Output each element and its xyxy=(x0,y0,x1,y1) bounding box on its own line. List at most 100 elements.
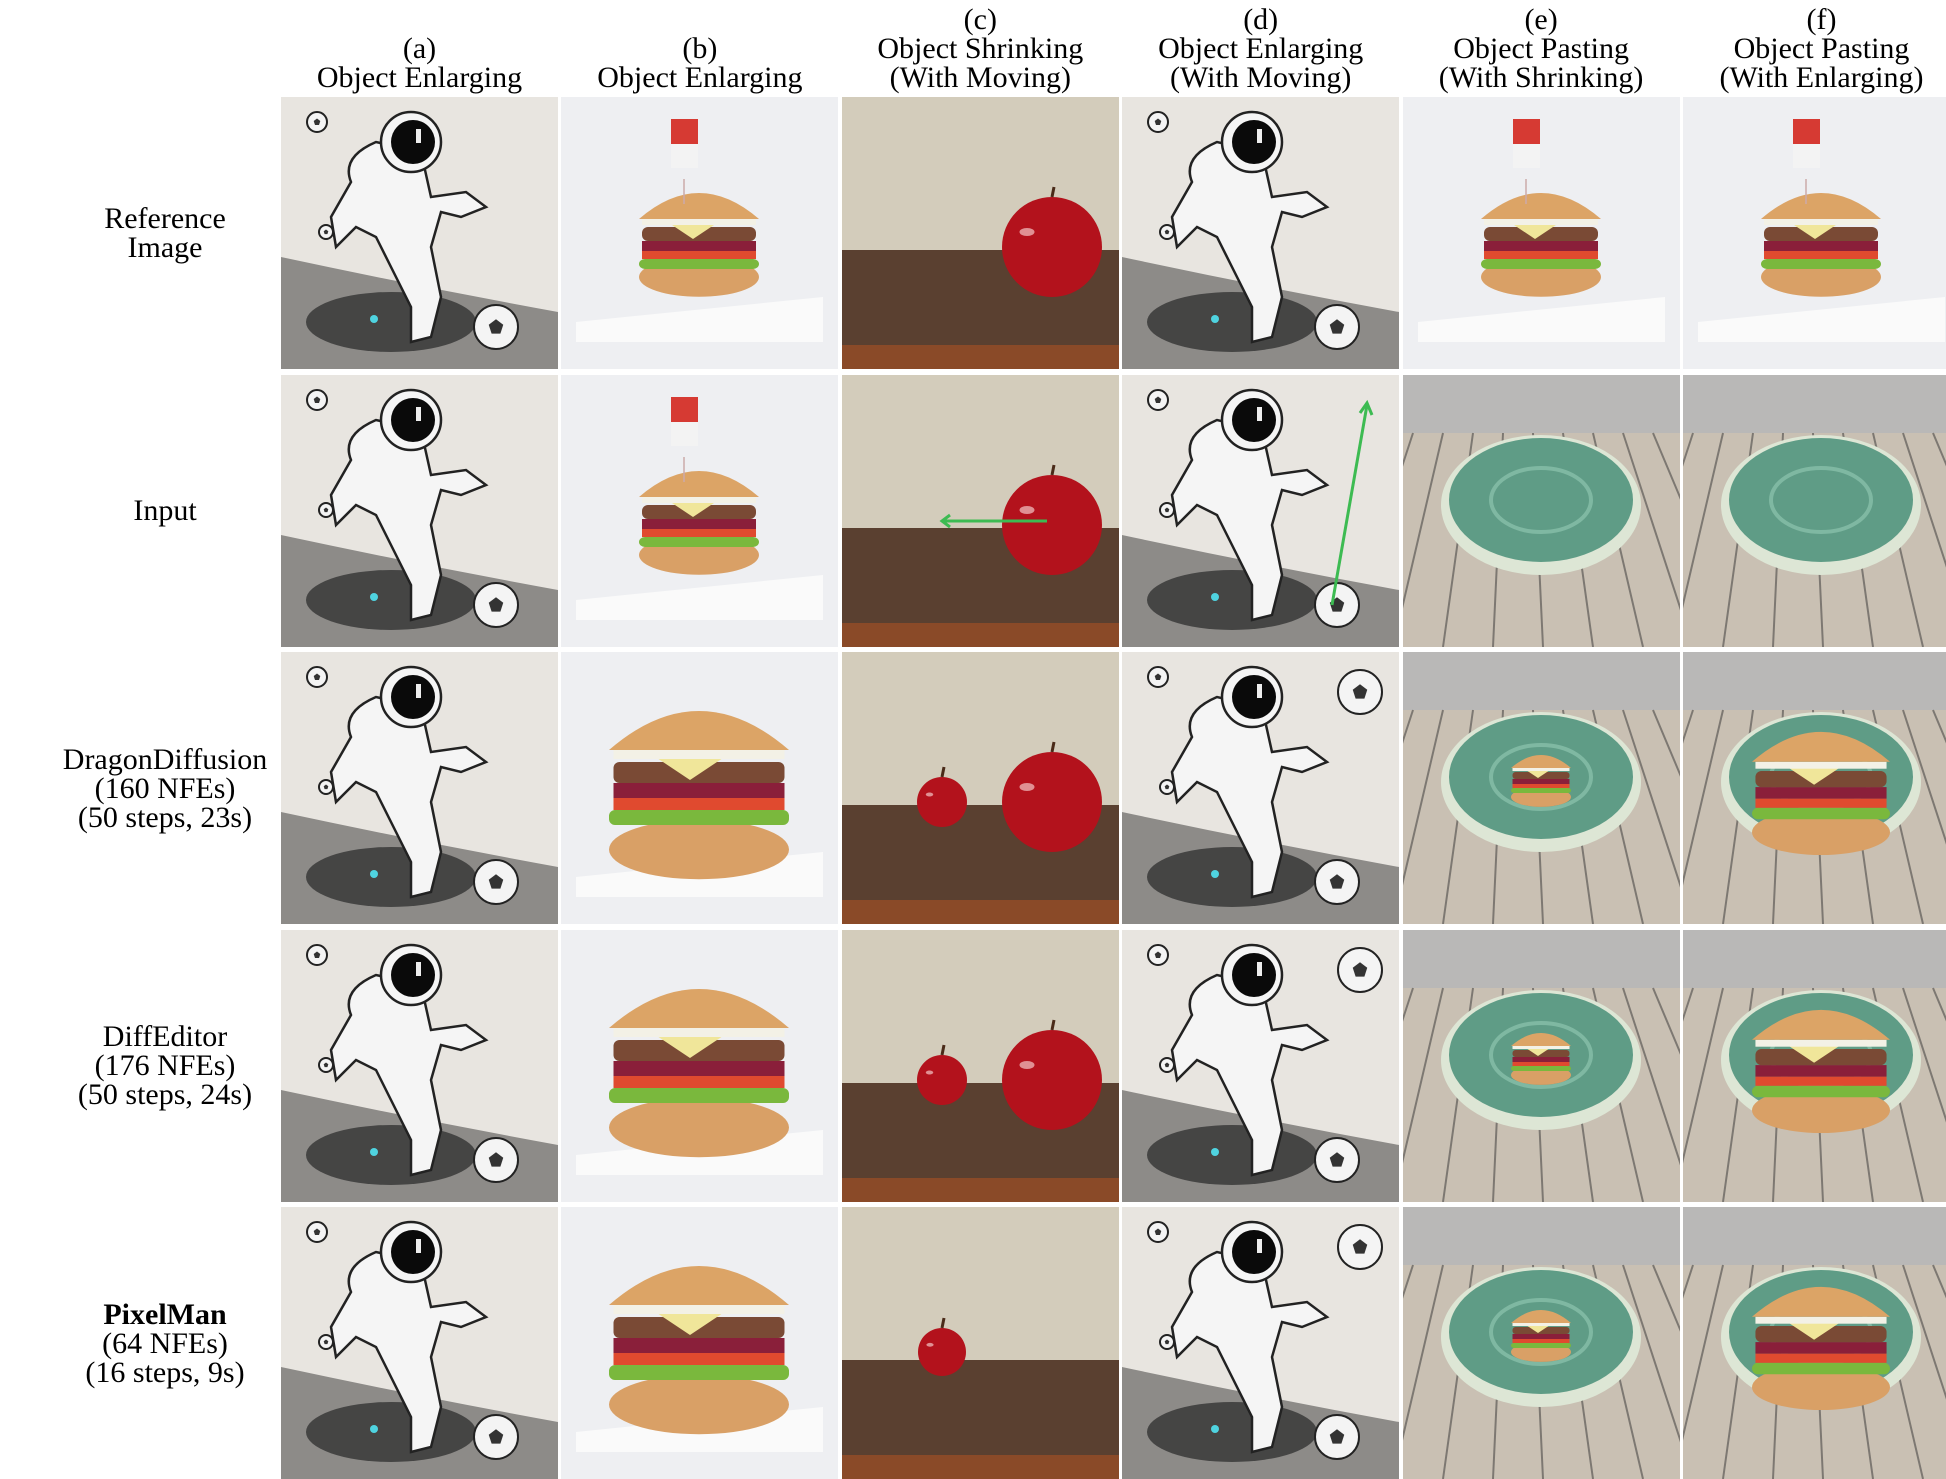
soccer-ball xyxy=(1147,666,1170,688)
column-header-4: (e) Object Pasting (With Shrinking) xyxy=(1403,0,1680,96)
scene-burger xyxy=(561,374,839,647)
soccer-ball xyxy=(318,1056,334,1073)
burger xyxy=(1752,1009,1890,1133)
image-cell-r3-c0 xyxy=(281,929,558,1202)
soccer-ball xyxy=(473,581,519,628)
scene-plate-on-wood xyxy=(1402,1207,1680,1479)
image-cell-r3-c2 xyxy=(841,929,1119,1202)
row-method: DiffEditor xyxy=(102,1020,228,1053)
burger xyxy=(639,470,760,575)
soccer-ball xyxy=(1147,111,1170,133)
soccer-ball xyxy=(1314,859,1361,905)
image-cell-r2-c4 xyxy=(1402,652,1680,924)
image-cell-r0-c3 xyxy=(1122,97,1400,369)
soccer-ball xyxy=(318,501,334,518)
burger xyxy=(609,711,790,880)
soccer-ball xyxy=(1337,669,1384,715)
column-title: Object Enlarging xyxy=(597,61,803,94)
burger xyxy=(639,193,760,297)
column-title: Object Shrinking xyxy=(877,32,1084,65)
column-header-2: (c) Object Shrinking (With Moving) xyxy=(842,0,1119,96)
image-cell-r1-c3 xyxy=(1122,374,1400,647)
image-cell-r0-c0 xyxy=(281,97,558,369)
scene-apple-table xyxy=(841,929,1119,1202)
soccer-ball xyxy=(1159,1334,1176,1350)
column-title: Object Enlarging xyxy=(316,61,523,94)
image-cell-r4-c5 xyxy=(1683,1207,1946,1479)
scene-plate-on-wood xyxy=(1683,1207,1946,1479)
column-id: (a) xyxy=(402,32,437,65)
soccer-ball xyxy=(1314,304,1361,350)
image-cell-r0-c2 xyxy=(841,97,1119,369)
flag-top xyxy=(671,396,699,422)
soccer-ball xyxy=(318,224,334,240)
soccer-ball xyxy=(318,1334,334,1350)
column-title: Object Pasting xyxy=(1733,32,1910,65)
row-line2: Image xyxy=(127,231,203,264)
column-title: Object Enlarging xyxy=(1158,32,1364,65)
flag-top xyxy=(1512,119,1540,144)
image-cell-r3-c4 xyxy=(1402,929,1680,1202)
column-subtitle: (With Shrinking) xyxy=(1438,61,1644,94)
row-method: Reference xyxy=(104,202,226,235)
image-cell-r2-c0 xyxy=(281,652,558,924)
soccer-ball xyxy=(306,388,328,411)
image-cell-r4-c2 xyxy=(841,1207,1119,1479)
soccer-ball xyxy=(1337,946,1384,993)
scene-apple-table xyxy=(841,1207,1119,1479)
image-cell-r2-c3 xyxy=(1122,652,1400,924)
column-title: Object Pasting xyxy=(1453,32,1629,65)
column-header-5: (f) Object Pasting (With Enlarging) xyxy=(1683,0,1946,96)
scene-astronaut-soccer xyxy=(1122,652,1400,924)
scene-plate-on-wood xyxy=(1402,652,1680,924)
row-method: DragonDiffusion xyxy=(62,742,268,776)
soccer-ball xyxy=(306,666,328,688)
soccer-ball xyxy=(306,111,328,133)
burger xyxy=(1752,1286,1890,1411)
column-header-1: (b) Object Enlarging xyxy=(561,0,838,96)
column-header-3: (d) Object Enlarging (With Moving) xyxy=(1122,0,1399,96)
image-cell-r0-c1 xyxy=(561,97,839,369)
soccer-ball xyxy=(306,943,328,966)
soccer-ball xyxy=(1147,943,1170,966)
image-cell-r2-c1 xyxy=(561,652,839,924)
scene-burger xyxy=(561,929,839,1202)
soccer-ball xyxy=(1159,779,1176,795)
soccer-ball xyxy=(473,859,519,905)
column-id: (f) xyxy=(1806,3,1837,36)
row-line2: (64 NFEs) xyxy=(102,1326,228,1360)
soccer-ball xyxy=(1337,1224,1384,1270)
burger xyxy=(1752,731,1890,856)
burger xyxy=(1510,755,1571,807)
burger xyxy=(609,1266,790,1435)
scene-astronaut-soccer xyxy=(1122,1207,1400,1479)
column-id: (b) xyxy=(682,32,718,65)
column-id: (e) xyxy=(1524,3,1558,36)
soccer-ball xyxy=(473,1414,519,1460)
soccer-ball xyxy=(473,304,519,350)
soccer-ball xyxy=(318,779,334,795)
scene-burger xyxy=(561,97,839,369)
image-cell-r2-c5 xyxy=(1683,652,1946,924)
scene-plate-on-wood xyxy=(1683,929,1946,1202)
scene-astronaut-soccer xyxy=(281,929,558,1202)
image-cell-r2-c2 xyxy=(841,652,1119,924)
scene-plate-on-wood xyxy=(1402,97,1680,369)
scene-burger xyxy=(561,1207,839,1479)
image-cell-r1-c0 xyxy=(281,374,558,647)
scene-burger xyxy=(561,652,839,924)
row-method: Input xyxy=(133,494,197,527)
scene-plate-on-wood xyxy=(1402,374,1680,647)
image-cell-r0-c5 xyxy=(1683,97,1946,369)
column-id: (c) xyxy=(963,3,997,36)
image-cell-r1-c5 xyxy=(1683,374,1946,647)
scene-plate-on-wood xyxy=(1683,652,1946,924)
scene-apple-table xyxy=(841,97,1119,369)
image-cell-r4-c3 xyxy=(1122,1207,1400,1479)
soccer-ball xyxy=(1147,388,1170,411)
image-cell-r1-c2 xyxy=(841,374,1119,647)
column-header-0: (a) Object Enlarging xyxy=(281,0,558,96)
plate xyxy=(1721,434,1921,575)
soccer-ball xyxy=(1314,1136,1361,1183)
image-cell-r0-c4 xyxy=(1402,97,1680,369)
